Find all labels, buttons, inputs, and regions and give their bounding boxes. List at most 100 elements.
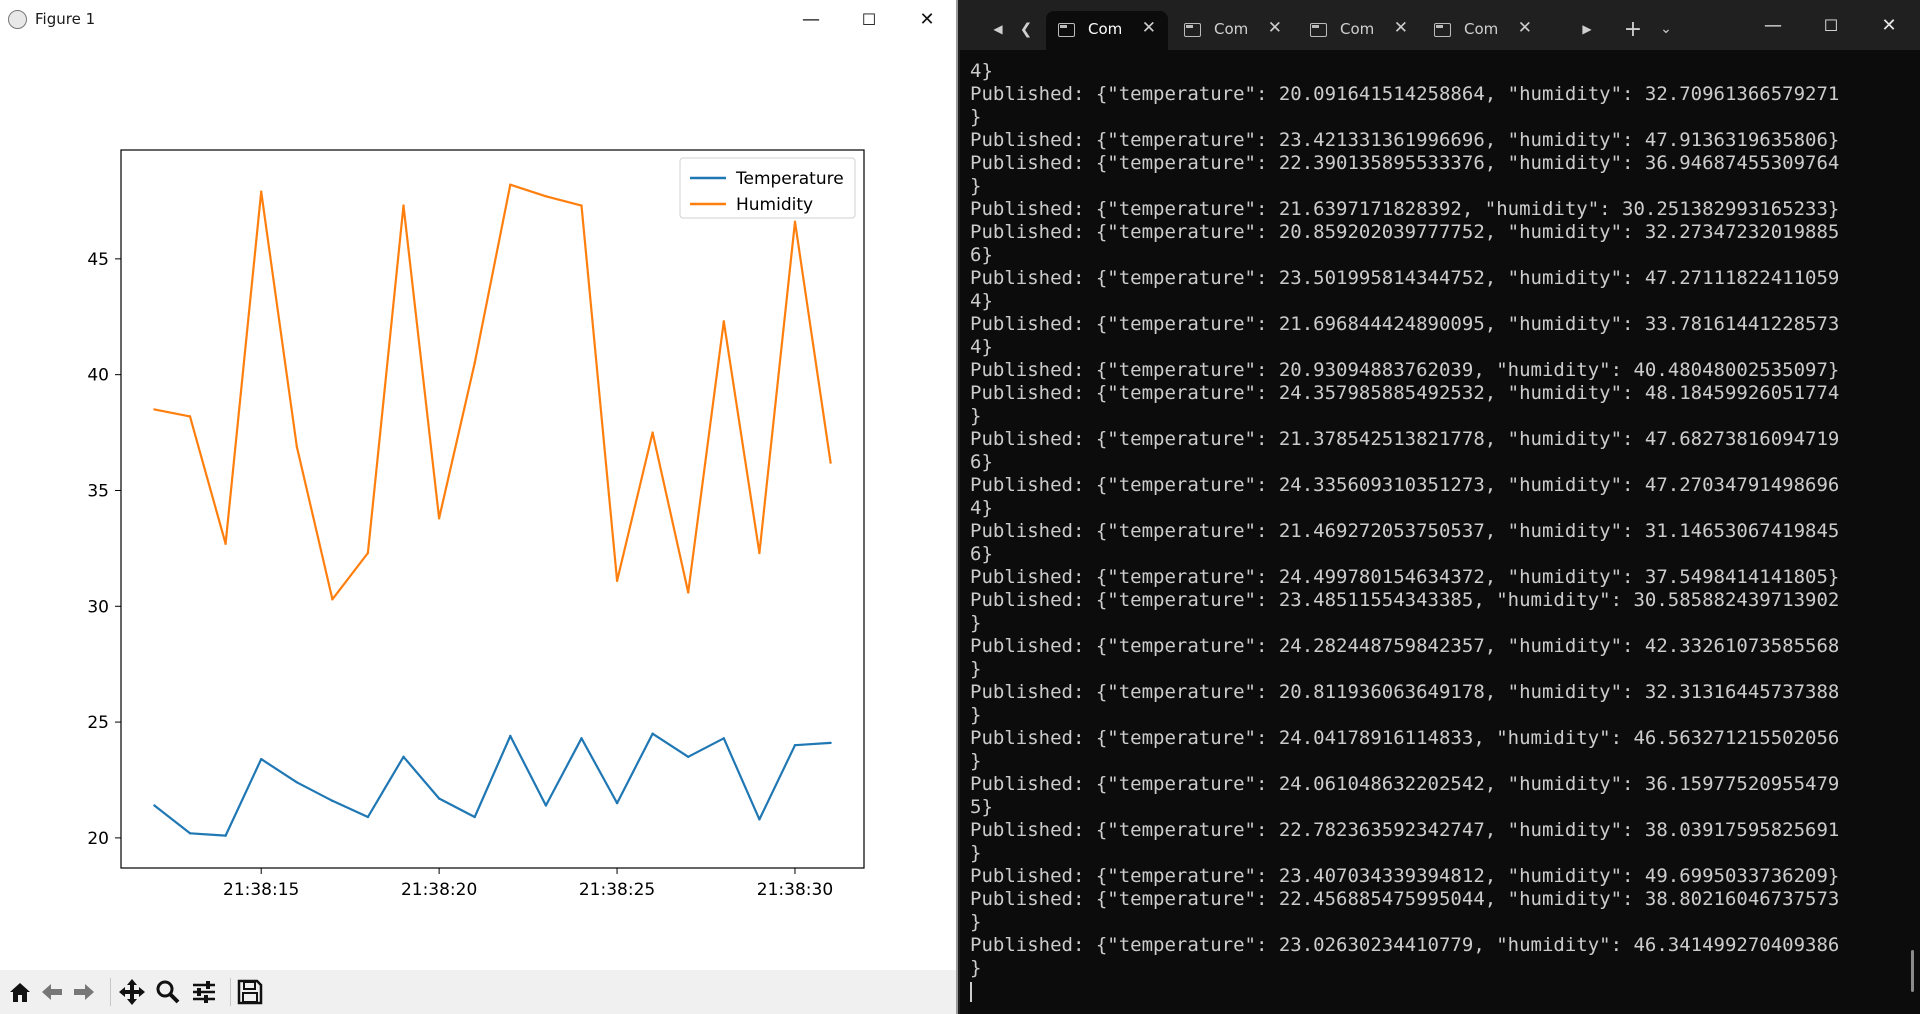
terminal-line: 4}: [970, 336, 993, 358]
zoom-icon[interactable]: [152, 976, 184, 1008]
data-point-humidity: [153, 408, 156, 411]
y-tick-label: 45: [87, 250, 109, 270]
terminal-tab[interactable]: Com ✕: [1172, 11, 1294, 50]
terminal-line: 5}: [970, 796, 993, 818]
data-point-humidity: [259, 190, 263, 193]
data-point-humidity: [509, 183, 512, 186]
terminal-line: Published: {"temperature": 24.0610486322…: [970, 773, 1840, 795]
terminal-tab[interactable]: Com ✕: [1298, 11, 1420, 50]
configure-icon[interactable]: [188, 976, 220, 1008]
series-line-temperature: [153, 732, 831, 837]
terminal-line: Published: {"temperature": 24.3356093103…: [970, 474, 1840, 496]
data-point-temperature: [580, 737, 583, 740]
new-tab-icon[interactable]: +: [1618, 14, 1648, 44]
home-icon[interactable]: [4, 976, 36, 1008]
data-point-temperature: [153, 804, 156, 807]
save-icon[interactable]: [234, 976, 266, 1008]
data-point-temperature: [259, 757, 263, 761]
y-tick-label: 25: [87, 713, 109, 733]
terminal-line: Published: {"temperature": 21.3785425138…: [970, 428, 1840, 450]
figure-titlebar[interactable]: Figure 1 — ☐ ✕: [0, 0, 956, 38]
terminal-line: Published: {"temperature": 23.4070343393…: [970, 865, 1840, 887]
tab-close-icon[interactable]: ✕: [1268, 18, 1282, 38]
data-point-humidity: [224, 542, 227, 545]
data-point-temperature: [615, 801, 619, 805]
terminal-line: }: [970, 957, 982, 979]
figure-canvas[interactable]: 20 25 30 35 40 45 21:38:15 21:38:20 21:38:25 21:3…: [0, 38, 956, 970]
terminal-line: }: [970, 106, 982, 128]
data-point-temperature: [188, 832, 192, 835]
terminal-line: }: [970, 658, 982, 680]
terminal-line: }: [970, 842, 982, 864]
navigation-toolbar: [0, 970, 956, 1014]
minimize-button[interactable]: —: [1744, 0, 1802, 50]
data-point-temperature: [829, 741, 832, 745]
data-point-temperature: [366, 815, 370, 819]
figure-title: Figure 1: [35, 10, 96, 28]
pan-icon[interactable]: [116, 976, 148, 1008]
legend: Temperature Humidity: [679, 157, 856, 219]
terminal-prompt-line[interactable]: [970, 980, 1910, 1003]
close-button[interactable]: ✕: [898, 0, 956, 38]
forward-icon[interactable]: [68, 976, 100, 1008]
back-icon[interactable]: [36, 976, 68, 1008]
toolbar-separator: [110, 978, 111, 1006]
data-point-temperature: [473, 815, 476, 819]
terminal-line: Published: {"temperature": 23.5019958143…: [970, 267, 1840, 289]
chevron-left-icon[interactable]: ❮: [1011, 14, 1041, 44]
tab-label: Com: [1340, 20, 1375, 38]
terminal-line: Published: {"temperature": 24.3579858854…: [970, 382, 1840, 404]
data-point-humidity: [829, 461, 832, 464]
terminal-window: ◀ ❮ Com ✕ Com ✕ Com ✕ Com ✕ ▶ + ⌄ — ☐ ✕ …: [960, 0, 1920, 1014]
tab-close-icon[interactable]: ✕: [1394, 18, 1408, 38]
terminal-line: Published: {"temperature": 21.6968444248…: [970, 313, 1840, 335]
data-point-humidity: [295, 445, 298, 448]
terminal-line: Published: {"temperature": 23.4851155434…: [970, 589, 1840, 611]
legend-label: Temperature: [735, 169, 844, 189]
maximize-button[interactable]: ☐: [1802, 0, 1860, 50]
minimize-button[interactable]: —: [782, 0, 840, 38]
x-tick-label: 21:38:15: [223, 880, 299, 900]
terminal-tab[interactable]: Com ✕: [1046, 11, 1168, 50]
tab-close-icon[interactable]: ✕: [1142, 18, 1156, 38]
tab-close-icon[interactable]: ✕: [1518, 18, 1532, 38]
legend-label: Humidity: [736, 195, 813, 215]
data-point-humidity: [544, 195, 548, 198]
terminal-line: }: [970, 405, 982, 427]
series-line-humidity: [154, 183, 832, 601]
scroll-tabs-left-icon[interactable]: ◀: [983, 14, 1013, 44]
y-tick-label: 40: [87, 366, 109, 386]
terminal-line: Published: {"temperature": 21.6397171828…: [970, 198, 1840, 220]
terminal-line: Published: {"temperature": 24.2824487598…: [970, 635, 1840, 657]
data-point-temperature: [544, 804, 548, 807]
close-button[interactable]: ✕: [1860, 0, 1918, 50]
terminal-line: 6}: [970, 543, 993, 565]
terminal-line: }: [970, 911, 982, 933]
data-point-humidity: [615, 579, 619, 582]
x-tick-label: 21:38:20: [401, 880, 477, 900]
data-point-temperature: [295, 781, 298, 784]
data-point-humidity: [651, 431, 654, 434]
data-point-temperature: [224, 834, 227, 837]
y-tick-label: 35: [87, 481, 109, 501]
chevron-down-icon[interactable]: ⌄: [1651, 14, 1681, 44]
y-tick-label: 30: [87, 597, 109, 617]
scroll-tabs-right-icon[interactable]: ▶: [1572, 14, 1602, 44]
data-point-humidity: [402, 204, 405, 207]
terminal-line: Published: {"temperature": 23.0263023441…: [970, 934, 1840, 956]
tab-label: Com: [1214, 20, 1249, 38]
terminal-output[interactable]: 4} Published: {"temperature": 20.09164151…: [970, 60, 1910, 1010]
data-point-temperature: [758, 818, 761, 821]
terminal-line: Published: {"temperature": 20.8592020397…: [970, 221, 1840, 243]
terminal-tabbar[interactable]: ◀ ❮ Com ✕ Com ✕ Com ✕ Com ✕ ▶ + ⌄ — ☐ ✕: [960, 0, 1920, 50]
maximize-button[interactable]: ☐: [840, 0, 898, 38]
terminal-tab[interactable]: Com ✕: [1422, 11, 1544, 50]
text-cursor: [970, 981, 972, 1002]
data-point-humidity: [331, 598, 334, 601]
y-tick-label: 20: [87, 829, 109, 849]
data-point-humidity: [687, 591, 690, 594]
terminal-line: Published: {"temperature": 21.4692720537…: [970, 520, 1840, 542]
terminal-scrollbar[interactable]: [1911, 950, 1914, 992]
data-point-humidity: [793, 220, 797, 223]
terminal-line: }: [970, 175, 982, 197]
